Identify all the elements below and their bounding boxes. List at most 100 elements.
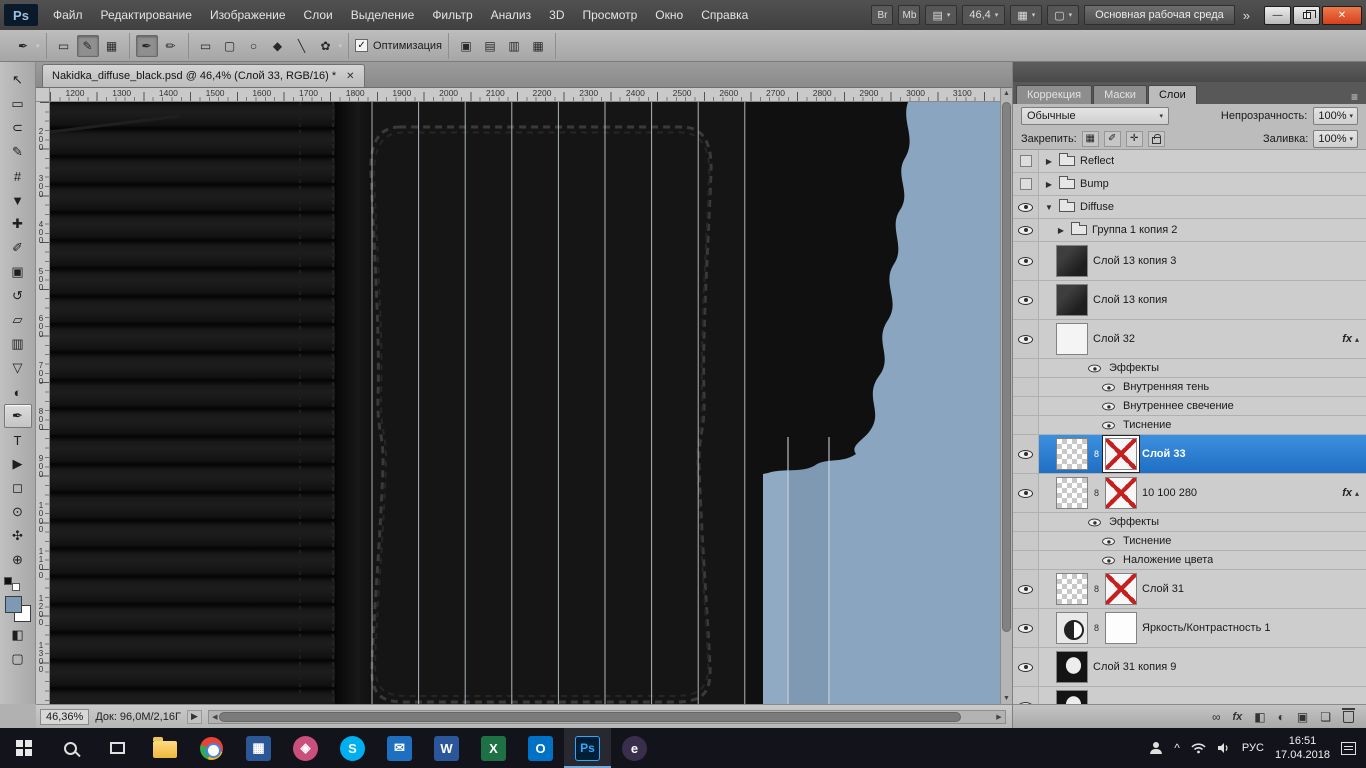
layer-row-content[interactable]: 8 Слой 33 — [1039, 435, 1366, 473]
photoshop-logo[interactable]: Ps — [4, 4, 38, 26]
excel[interactable]: X — [470, 728, 517, 768]
path-selection-tool[interactable]: ▶ — [4, 452, 32, 476]
layer-row[interactable]: Слой 13 копия — [1013, 281, 1366, 320]
panel-tab-Слои[interactable]: Слои — [1147, 85, 1197, 104]
horizontal-scrollbar[interactable]: ◀ ▶ — [207, 709, 1006, 724]
layer-row-content[interactable]: Слой 13 копия — [1039, 281, 1366, 319]
layer-row-content[interactable]: Тиснение — [1039, 416, 1366, 434]
active-tool-icon[interactable]: ✒ — [12, 35, 34, 57]
layer-row[interactable]: Наложение цвета — [1013, 551, 1366, 570]
blur-tool[interactable]: ▽ — [4, 356, 32, 380]
screen-mode-toggle-button[interactable]: ▢ — [4, 647, 32, 671]
document-tab[interactable]: Nakidka_diffuse_black.psd @ 46,4% (Слой … — [42, 64, 365, 87]
menu-item-Выделение[interactable]: Выделение — [342, 0, 424, 30]
zoom-tool[interactable]: ⊕ — [4, 548, 32, 572]
quick-mask-button[interactable]: ◧ — [4, 623, 32, 647]
visibility-eye-icon[interactable] — [1018, 225, 1033, 235]
eye-well[interactable] — [1013, 687, 1039, 704]
disclosure-triangle-icon[interactable]: ▶ — [1056, 226, 1066, 235]
layer-row[interactable]: ▼ Diffuse — [1013, 196, 1366, 219]
file-explorer[interactable] — [141, 728, 188, 768]
healing-brush-tool[interactable]: ✚ — [4, 212, 32, 236]
layer-thumbnail[interactable] — [1056, 245, 1088, 277]
layer-row-content[interactable]: Слой 32 fx ▴ — [1039, 320, 1366, 358]
type-tool[interactable]: T — [4, 428, 32, 452]
adjustment-layer-icon[interactable]: ◐ — [1278, 710, 1285, 724]
eye-well[interactable] — [1013, 359, 1039, 377]
empty-eye-box[interactable] — [1019, 178, 1032, 190]
visibility-eye-icon[interactable] — [1102, 402, 1115, 410]
layer-row[interactable]: Слой 13 копия 3 — [1013, 242, 1366, 281]
skype[interactable]: S — [329, 728, 376, 768]
scroll-up-icon[interactable]: ▲ — [1001, 90, 1012, 97]
new-layer-icon[interactable]: ❏ — [1320, 710, 1331, 724]
shape-tool-icon-1[interactable]: ▢ — [219, 35, 241, 57]
layer-thumbnail[interactable] — [1056, 284, 1088, 316]
wifi-icon[interactable] — [1191, 742, 1206, 754]
tab-close-icon[interactable]: ✕ — [346, 71, 354, 82]
eye-well[interactable] — [1013, 609, 1039, 647]
layer-row[interactable]: 8 10 100 280 fx ▴ — [1013, 474, 1366, 513]
menu-item-Слои[interactable]: Слои — [295, 0, 342, 30]
visibility-eye-icon[interactable] — [1018, 334, 1033, 344]
horizontal-ruler[interactable]: 1200 1300 1400 1500 1600 1700 1800 1900 2000 2100… — [50, 88, 1000, 102]
move-tool[interactable]: ↖ — [4, 68, 32, 92]
layer-row-content[interactable]: ▼ Diffuse — [1039, 196, 1366, 218]
layer-row-content[interactable]: 8 10 100 280 fx ▴ — [1039, 474, 1366, 512]
visibility-eye-icon[interactable] — [1018, 256, 1033, 266]
layer-thumbnail[interactable] — [1056, 477, 1088, 509]
eye-well[interactable] — [1013, 474, 1039, 512]
graphics-app[interactable]: ◈ — [282, 728, 329, 768]
pen-variant-icon-1[interactable]: ✏ — [160, 35, 182, 57]
visibility-eye-icon[interactable] — [1018, 449, 1033, 459]
clone-stamp-tool[interactable]: ▣ — [4, 260, 32, 284]
scroll-right-icon[interactable]: ▶ — [993, 711, 1005, 723]
layer-mask-thumbnail[interactable] — [1105, 477, 1137, 509]
eye-well[interactable] — [1013, 378, 1039, 396]
layer-row[interactable] — [1013, 687, 1366, 704]
draw-mode-icon-0[interactable]: ▭ — [53, 35, 75, 57]
foreground-color-swatch[interactable] — [4, 596, 22, 613]
history-brush-tool[interactable]: ↺ — [4, 284, 32, 308]
mail-app[interactable]: ✉ — [376, 728, 423, 768]
layer-thumbnail[interactable] — [1056, 612, 1088, 644]
layer-thumbnail[interactable] — [1056, 690, 1088, 704]
shape-tool-icon-0[interactable]: ▭ — [195, 35, 217, 57]
shape-tool-icon-4[interactable]: ╲ — [291, 35, 313, 57]
gradient-tool[interactable]: ▥ — [4, 332, 32, 356]
fill-field[interactable]: 100% ▾ — [1313, 129, 1358, 148]
horizontal-scroll-thumb[interactable] — [218, 711, 961, 722]
visibility-eye-icon[interactable] — [1088, 364, 1101, 372]
path-op-icon-1[interactable]: ▤ — [479, 35, 501, 57]
layer-row[interactable]: ▶ Группа 1 копия 2 — [1013, 219, 1366, 242]
layer-mask-icon[interactable]: ◧ — [1254, 710, 1265, 724]
layer-thumbnail[interactable] — [1056, 438, 1088, 470]
layer-row-content[interactable]: Эффекты — [1039, 513, 1366, 531]
people-icon[interactable] — [1149, 742, 1163, 754]
blend-mode-dropdown[interactable]: Обычные ▾ — [1021, 107, 1169, 125]
document-app[interactable]: W — [423, 728, 470, 768]
eye-well[interactable] — [1013, 648, 1039, 686]
eye-well[interactable] — [1013, 435, 1039, 473]
close-button[interactable]: ✕ — [1322, 5, 1362, 25]
lock-all-icon[interactable] — [1147, 130, 1165, 147]
visibility-eye-icon[interactable] — [1018, 295, 1033, 305]
visibility-eye-icon[interactable] — [1018, 488, 1033, 498]
layer-row-content[interactable]: Слой 13 копия 3 — [1039, 242, 1366, 280]
restore-button[interactable] — [1293, 5, 1320, 25]
panel-tab-Коррекция[interactable]: Коррекция — [1016, 85, 1093, 104]
task-view-button[interactable] — [94, 728, 141, 768]
layer-row-content[interactable] — [1039, 687, 1366, 704]
screen-mode-button[interactable]: ▢ ▾ — [1047, 5, 1080, 25]
dev-app[interactable]: e — [611, 728, 658, 768]
status-zoom-field[interactable]: 46,36% — [40, 708, 90, 725]
shape-tool-icon-3[interactable]: ◆ — [267, 35, 289, 57]
brush-tool[interactable]: ✐ — [4, 236, 32, 260]
disclosure-triangle-icon[interactable]: ▶ — [1044, 157, 1054, 166]
layer-row-content[interactable]: Слой 31 копия 9 — [1039, 648, 1366, 686]
zoom-level-dropdown[interactable]: 46,4 ▾ — [962, 5, 1006, 25]
outlook[interactable]: O — [517, 728, 564, 768]
fx-collapse-icon[interactable]: ▴ — [1355, 335, 1359, 344]
layer-row[interactable]: Внутренняя тень — [1013, 378, 1366, 397]
workspace-overflow-chevrons[interactable]: » — [1240, 8, 1253, 23]
